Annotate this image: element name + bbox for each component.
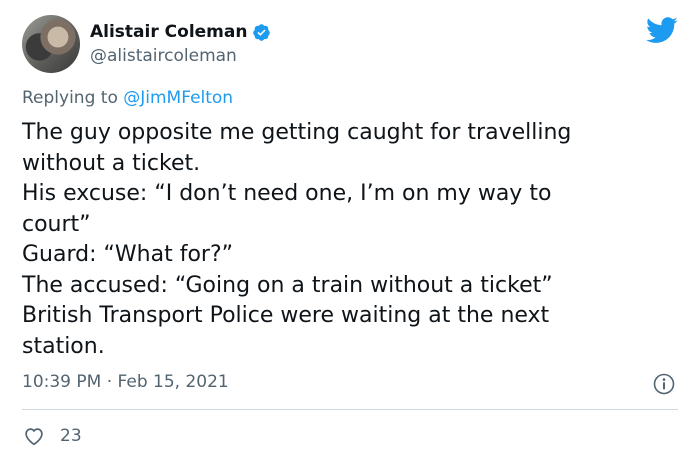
twitter-logo-icon[interactable] <box>646 17 678 44</box>
like-button[interactable]: 23 <box>22 424 82 448</box>
divider <box>22 409 678 410</box>
tweet-line: Guard: “What for?” <box>22 242 234 267</box>
like-count: 23 <box>60 426 82 446</box>
reply-mention-link[interactable]: @JimMFelton <box>123 88 233 108</box>
tweet-line: station. <box>22 333 105 359</box>
reply-context: Replying to @JimMFelton <box>22 88 233 108</box>
tweet-time: 10:39 PM <box>22 372 102 392</box>
author-name[interactable]: Alistair Coleman <box>90 22 247 42</box>
tweet-text: The guy opposite me getting caught for t… <box>22 118 672 362</box>
tweet-line: His excuse: “I don’t need one, I’m on my… <box>22 181 552 206</box>
author-name-row: Alistair Coleman <box>90 22 271 42</box>
tweet-line: The accused: “Going on a train without a… <box>22 272 553 298</box>
tweet-line: The guy opposite me getting caught for t… <box>22 120 572 145</box>
tweet-card: Alistair Coleman @alistaircoleman Replyi… <box>0 0 700 463</box>
verified-badge-icon <box>253 23 271 41</box>
info-icon[interactable] <box>652 372 676 396</box>
tweet-timestamp[interactable]: 10:39 PM · Feb 15, 2021 <box>22 372 229 392</box>
tweet-line: British Transport Police were waiting at… <box>22 303 550 328</box>
tweet-line: without a ticket. <box>22 150 201 176</box>
heart-icon <box>25 428 43 446</box>
tweet-line: court” <box>22 211 91 237</box>
avatar[interactable] <box>22 15 80 73</box>
tweet-date: Feb 15, 2021 <box>117 372 229 392</box>
meta-separator: · <box>106 372 113 392</box>
author-handle[interactable]: @alistaircoleman <box>90 46 237 66</box>
reply-prefix: Replying to <box>22 88 124 108</box>
